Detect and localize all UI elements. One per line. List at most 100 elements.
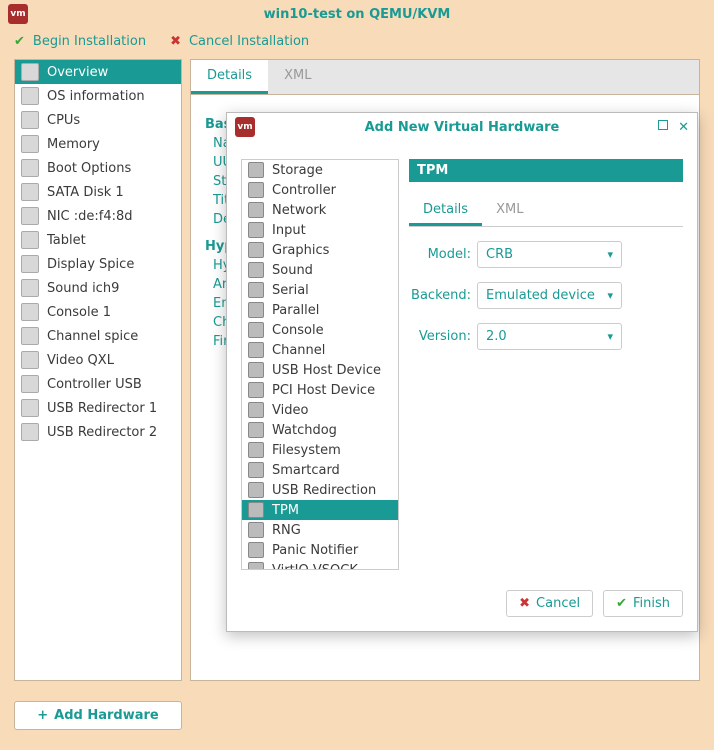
watchdog-icon [248,422,264,438]
dialog-cancel-button[interactable]: ✖ Cancel [506,590,593,617]
tablet-icon [21,231,39,249]
sidebar-item-video-qxl[interactable]: Video QXL [15,348,181,372]
tab-details[interactable]: Details [191,60,268,94]
hw-type-label: Panic Notifier [272,543,358,558]
hw-type-parallel[interactable]: Parallel [242,300,398,320]
hw-type-serial[interactable]: Serial [242,280,398,300]
sidebar-item-overview[interactable]: Overview [15,60,181,84]
model-combo[interactable]: CRB [477,241,622,268]
virtio-vsock-icon [248,562,264,570]
hw-type-label: Network [272,203,326,218]
hw-type-label: Smartcard [272,463,340,478]
x-icon: ✖ [170,34,181,49]
dialog-tab-xml[interactable]: XML [482,196,537,226]
sound-icon [248,262,264,278]
usb-icon [21,399,39,417]
sidebar-item-label: Console 1 [47,305,111,320]
hw-type-tpm[interactable]: TPM [242,500,398,520]
hw-type-console[interactable]: Console [242,320,398,340]
hw-type-label: RNG [272,523,301,538]
sidebar-item-boot-options[interactable]: Boot Options [15,156,181,180]
sidebar-item-label: Controller USB [47,377,142,392]
tab-xml[interactable]: XML [268,60,327,94]
dialog-cancel-label: Cancel [536,596,580,611]
cancel-installation-button[interactable]: ✖ Cancel Installation [170,34,309,49]
sidebar-item-usb-redirector-1[interactable]: USB Redirector 1 [15,396,181,420]
hw-type-watchdog[interactable]: Watchdog [242,420,398,440]
close-icon[interactable]: ✕ [678,120,689,135]
display-icon [21,255,39,273]
tpm-icon [248,502,264,518]
hw-type-label: Controller [272,183,336,198]
hw-type-label: Watchdog [272,423,337,438]
model-value: CRB [486,247,513,262]
hw-type-pci-host-device[interactable]: PCI Host Device [242,380,398,400]
hw-type-sound[interactable]: Sound [242,260,398,280]
hw-type-controller[interactable]: Controller [242,180,398,200]
sidebar-item-usb-redirector-2[interactable]: USB Redirector 2 [15,420,181,444]
sidebar-item-controller-usb[interactable]: Controller USB [15,372,181,396]
hw-type-storage[interactable]: Storage [242,160,398,180]
dialog-tab-details[interactable]: Details [409,196,482,226]
sidebar-item-label: Channel spice [47,329,138,344]
sidebar-item-console-1[interactable]: Console 1 [15,300,181,324]
hw-type-network[interactable]: Network [242,200,398,220]
sidebar-item-label: SATA Disk 1 [47,185,124,200]
sidebar-item-label: CPUs [47,113,80,128]
hw-type-video[interactable]: Video [242,400,398,420]
hw-type-label: USB Host Device [272,363,381,378]
hw-type-filesystem[interactable]: Filesystem [242,440,398,460]
hardware-type-list[interactable]: Storage Controller Network InputGraphicsSou… [241,159,399,570]
sidebar-item-sound-ich9[interactable]: Sound ich9 [15,276,181,300]
hw-type-input[interactable]: Input [242,220,398,240]
backend-label: Backend: [409,288,471,303]
sidebar-item-memory[interactable]: Memory [15,132,181,156]
sidebar-item-channel-spice[interactable]: Channel spice [15,324,181,348]
channel-icon [248,342,264,358]
sidebar-item-tablet[interactable]: Tablet [15,228,181,252]
begin-installation-button[interactable]: ✔ Begin Installation [14,34,146,49]
sidebar-item-label: NIC :de:f4:8d [47,209,133,224]
maximize-icon[interactable] [658,120,668,130]
sidebar-item-cpus[interactable]: CPUs [15,108,181,132]
sidebar-item-os-information[interactable]: OS information [15,84,181,108]
hw-type-rng[interactable]: RNG [242,520,398,540]
app-icon: vm [235,117,255,137]
sidebar-item-label: Video QXL [47,353,114,368]
sound-icon [21,279,39,297]
hw-type-graphics[interactable]: Graphics [242,240,398,260]
hw-type-panic-notifier[interactable]: Panic Notifier [242,540,398,560]
hw-type-usb-host-device[interactable]: USB Host Device [242,360,398,380]
version-label: Version: [409,329,471,344]
disk-icon [21,183,39,201]
sidebar-item-sata-disk-1[interactable]: SATA Disk 1 [15,180,181,204]
dialog-footer: ✖ Cancel ✔ Finish [227,580,697,631]
hw-type-label: USB Redirection [272,483,376,498]
hw-type-usb-redirection[interactable]: USB Redirection [242,480,398,500]
version-combo[interactable]: 2.0 [477,323,622,350]
smartcard-icon [248,462,264,478]
check-icon: ✔ [14,34,25,49]
dialog-titlebar: vm Add New Virtual Hardware ✕ [227,113,697,141]
controller-icon [21,375,39,393]
hw-type-label: PCI Host Device [272,383,375,398]
hw-type-label: VirtIO VSOCK [272,563,358,571]
boot-icon [21,159,39,177]
sidebar-item-label: USB Redirector 2 [47,425,157,440]
hw-type-smartcard[interactable]: Smartcard [242,460,398,480]
sidebar-item-display-spice[interactable]: Display Spice [15,252,181,276]
hw-type-virtio-vsock[interactable]: VirtIO VSOCK [242,560,398,570]
rng-icon [248,522,264,538]
sidebar-item-nic-de-f4-8d[interactable]: NIC :de:f4:8d [15,204,181,228]
hw-type-channel[interactable]: Channel [242,340,398,360]
content-tabs: Details XML [191,60,699,95]
backend-combo[interactable]: Emulated device [477,282,622,309]
dialog-finish-button[interactable]: ✔ Finish [603,590,683,617]
video-icon [21,351,39,369]
window-title: win10-test on QEMU/KVM [0,7,714,22]
sidebar-item-label: Tablet [47,233,86,248]
add-hardware-button[interactable]: + Add Hardware [14,701,182,730]
version-value: 2.0 [486,329,507,344]
console-icon [248,322,264,338]
hw-type-label: Channel [272,343,325,358]
